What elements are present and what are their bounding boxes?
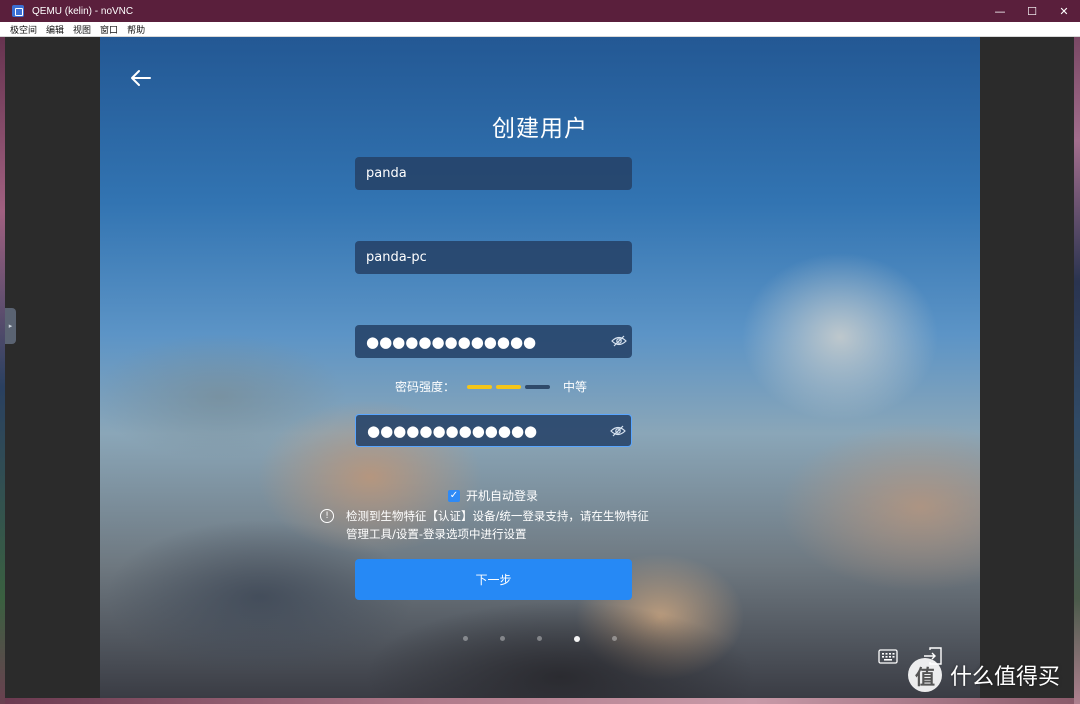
hostname-value: panda-pc bbox=[366, 250, 427, 265]
info-icon: ! bbox=[320, 509, 334, 523]
autologin-checkbox[interactable]: ✓ bbox=[448, 489, 460, 502]
watermark-logo: 值 bbox=[908, 658, 942, 692]
next-button[interactable]: 下一步 bbox=[355, 559, 632, 600]
novnc-control-bar-handle[interactable]: ▸ bbox=[5, 308, 16, 344]
pager-dot bbox=[463, 636, 468, 641]
autologin-label: 开机自动登录 bbox=[466, 489, 539, 503]
side-panel-handle-icon: ▸ bbox=[8, 322, 13, 330]
strength-level: 中等 bbox=[563, 380, 588, 394]
pager-dot bbox=[537, 636, 542, 641]
window-titlebar: QEMU (kelin) - noVNC — ☐ ✕ bbox=[0, 0, 1080, 22]
strength-meter bbox=[463, 384, 551, 389]
pager-dot bbox=[500, 636, 505, 641]
page-title: 创建用户 bbox=[492, 116, 588, 142]
menu-item-zspace[interactable]: 极空间 bbox=[10, 23, 37, 36]
keyboard-icon[interactable] bbox=[878, 649, 898, 664]
confirm-password-mask: ●●●●●●●●●●●●● bbox=[367, 421, 538, 440]
strength-bar bbox=[496, 384, 522, 389]
pager-dot bbox=[612, 636, 617, 641]
biometric-notice: ! 检测到生物特征【认证】设备/统一登录支持，请在生物特征管理工具/设置-登录选… bbox=[320, 507, 652, 543]
checkmark-icon: ✓ bbox=[449, 490, 459, 501]
password-field[interactable]: ●●●●●●●●●●●●● bbox=[355, 325, 632, 358]
close-button[interactable]: ✕ bbox=[1048, 0, 1080, 22]
desktop-edge-right bbox=[1074, 0, 1080, 704]
maximize-button[interactable]: ☐ bbox=[1016, 0, 1048, 22]
watermark: 值 什么值得买 bbox=[908, 658, 1060, 692]
password-mask: ●●●●●●●●●●●●● bbox=[366, 332, 537, 351]
strength-label: 密码强度： bbox=[395, 380, 456, 394]
desktop-edge-bottom bbox=[5, 698, 1074, 704]
strength-bar bbox=[467, 384, 493, 389]
minimize-button[interactable]: — bbox=[984, 0, 1016, 22]
remote-screen: 创建用户 panda panda-pc ●●●●●●●●●●●●● 密码强度： … bbox=[100, 37, 980, 698]
menu-item-window[interactable]: 窗口 bbox=[100, 23, 118, 36]
menu-item-help[interactable]: 帮助 bbox=[127, 23, 145, 36]
biometric-notice-text: 检测到生物特征【认证】设备/统一登录支持，请在生物特征管理工具/设置-登录选项中… bbox=[346, 509, 649, 541]
strength-bar bbox=[525, 384, 551, 389]
watermark-text: 什么值得买 bbox=[950, 665, 1061, 690]
menu-bar: 极空间 编辑 视图 窗口 帮助 bbox=[0, 22, 1080, 37]
hostname-field[interactable]: panda-pc bbox=[355, 241, 632, 274]
step-pager bbox=[100, 636, 980, 642]
username-value: panda bbox=[366, 166, 407, 181]
pager-dot bbox=[574, 636, 580, 642]
password-strength: 密码强度： 中等 bbox=[395, 378, 587, 395]
menu-item-view[interactable]: 视图 bbox=[73, 23, 91, 36]
window-controls: — ☐ ✕ bbox=[984, 0, 1080, 22]
eye-icon[interactable] bbox=[611, 334, 627, 348]
window-title: QEMU (kelin) - noVNC bbox=[32, 5, 134, 17]
username-field[interactable]: panda bbox=[355, 157, 632, 190]
eye-icon[interactable] bbox=[610, 424, 626, 438]
confirm-password-field[interactable]: ●●●●●●●●●●●●● bbox=[355, 414, 632, 447]
app-icon bbox=[12, 5, 24, 17]
menu-item-edit[interactable]: 编辑 bbox=[46, 23, 64, 36]
autologin-option[interactable]: ✓ 开机自动登录 bbox=[448, 487, 538, 504]
back-arrow-icon[interactable] bbox=[130, 69, 152, 87]
